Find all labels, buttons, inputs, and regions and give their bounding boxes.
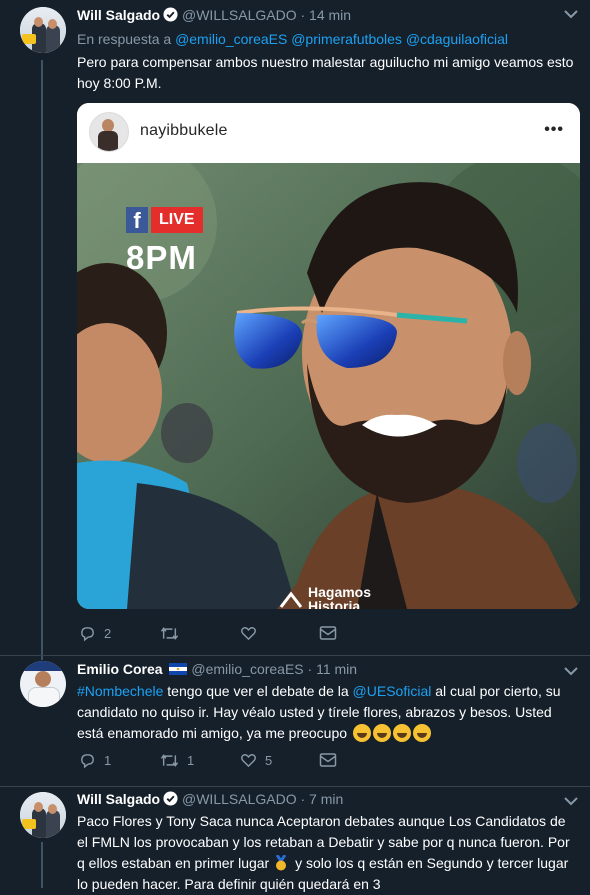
avatar[interactable] — [20, 661, 66, 707]
dm-button[interactable] — [319, 752, 337, 768]
dm-button[interactable] — [319, 625, 337, 641]
more-options-icon[interactable]: ••• — [544, 121, 564, 139]
live-badge: f LIVE — [126, 207, 203, 233]
retweet-icon — [160, 627, 179, 640]
tweet-header: Will Salgado @WILLSALGADO · 14 min — [77, 7, 352, 23]
facebook-icon: f — [126, 207, 148, 233]
laughing-emoji-icon — [352, 724, 371, 742]
retweet-count: 1 — [187, 753, 195, 768]
caret-down-icon[interactable] — [564, 796, 578, 806]
reply-icon — [81, 627, 94, 642]
tweet-2[interactable]: Emilio Corea @emilio_coreaES · 11 min #N… — [0, 656, 590, 786]
tweet-text: Paco Flores y Tony Saca nunca Aceptaron … — [77, 813, 570, 892]
laughing-emoji-icon — [392, 724, 411, 742]
card-username[interactable]: nayibbukele — [140, 122, 228, 140]
live-label: LIVE — [151, 207, 203, 233]
like-button[interactable] — [240, 625, 265, 642]
mention-link[interactable]: @cdaguilaoficial — [406, 31, 508, 47]
reply-count: 1 — [104, 753, 112, 768]
reply-button[interactable]: 2 — [79, 625, 111, 642]
reply-button[interactable]: 1 — [79, 752, 111, 769]
avatar[interactable] — [20, 792, 66, 838]
post-photo[interactable]: f LIVE 8PM Hagamos Historia — [77, 163, 580, 609]
reply-icon — [81, 754, 94, 769]
embedded-instagram-card[interactable]: nayibbukele ••• f LIVE 8PM Hagamos Histo… — [77, 103, 580, 609]
mountain-logo-icon — [280, 591, 302, 608]
tweet-3[interactable]: Will Salgado @WILLSALGADO · 7 min Paco F… — [0, 787, 590, 892]
display-name[interactable]: Emilio Corea — [77, 661, 163, 677]
tweet-header: Will Salgado @WILLSALGADO · 7 min — [77, 791, 344, 807]
medal-icon — [275, 855, 287, 871]
handle[interactable]: @emilio_coreaES — [191, 661, 303, 677]
like-count: 5 — [265, 753, 273, 768]
laughing-emoji-icon — [412, 724, 431, 742]
verified-icon — [163, 791, 178, 806]
handle[interactable]: @WILLSALGADO — [182, 7, 297, 23]
timestamp[interactable]: 11 min — [316, 661, 357, 677]
retweet-button[interactable] — [160, 625, 187, 642]
retweet-icon — [160, 754, 179, 767]
el-salvador-flag-icon — [169, 663, 188, 675]
tweet-text: Pero para compensar ambos nuestro malest… — [77, 54, 574, 91]
caret-down-icon[interactable] — [564, 9, 578, 19]
broadcast-time: 8PM — [126, 239, 197, 276]
card-avatar[interactable] — [89, 112, 129, 152]
like-icon — [241, 627, 256, 641]
dm-icon — [319, 753, 337, 767]
card-header: nayibbukele ••• — [77, 103, 580, 163]
retweet-button[interactable]: 1 — [160, 752, 194, 769]
display-name[interactable]: Will Salgado — [77, 791, 160, 807]
tweet-actions: 1 1 5 — [77, 752, 337, 772]
caret-down-icon[interactable] — [564, 666, 578, 676]
handle[interactable]: @WILLSALGADO — [182, 791, 297, 807]
laughing-emoji-icon — [372, 724, 391, 742]
tweet-header: Emilio Corea @emilio_coreaES · 11 min — [77, 661, 358, 677]
mention-link[interactable]: @primerafutboles — [291, 31, 402, 47]
tweet-text: #Nombechele tengo que ver el debate de l… — [77, 683, 561, 742]
verified-icon — [163, 7, 178, 22]
like-button[interactable]: 5 — [240, 752, 272, 769]
dm-icon — [319, 626, 337, 640]
display-name[interactable]: Will Salgado — [77, 7, 160, 23]
hashtag-link[interactable]: #Nombechele — [77, 683, 163, 699]
mention-link[interactable]: @UESoficial — [353, 683, 432, 699]
timestamp[interactable]: 7 min — [309, 791, 343, 807]
like-icon — [241, 754, 256, 768]
avatar[interactable] — [20, 7, 66, 53]
reply-context: En respuesta a @emilio_coreaES @primeraf… — [77, 31, 508, 47]
timestamp[interactable]: 14 min — [309, 7, 351, 23]
reply-count: 2 — [104, 626, 112, 641]
tweet-1[interactable]: Will Salgado @WILLSALGADO · 14 min En re… — [0, 0, 590, 655]
tweet-actions: 2 — [77, 625, 337, 645]
campaign-watermark: Hagamos Historia — [280, 585, 371, 609]
mention-link[interactable]: @emilio_coreaES — [175, 31, 287, 47]
